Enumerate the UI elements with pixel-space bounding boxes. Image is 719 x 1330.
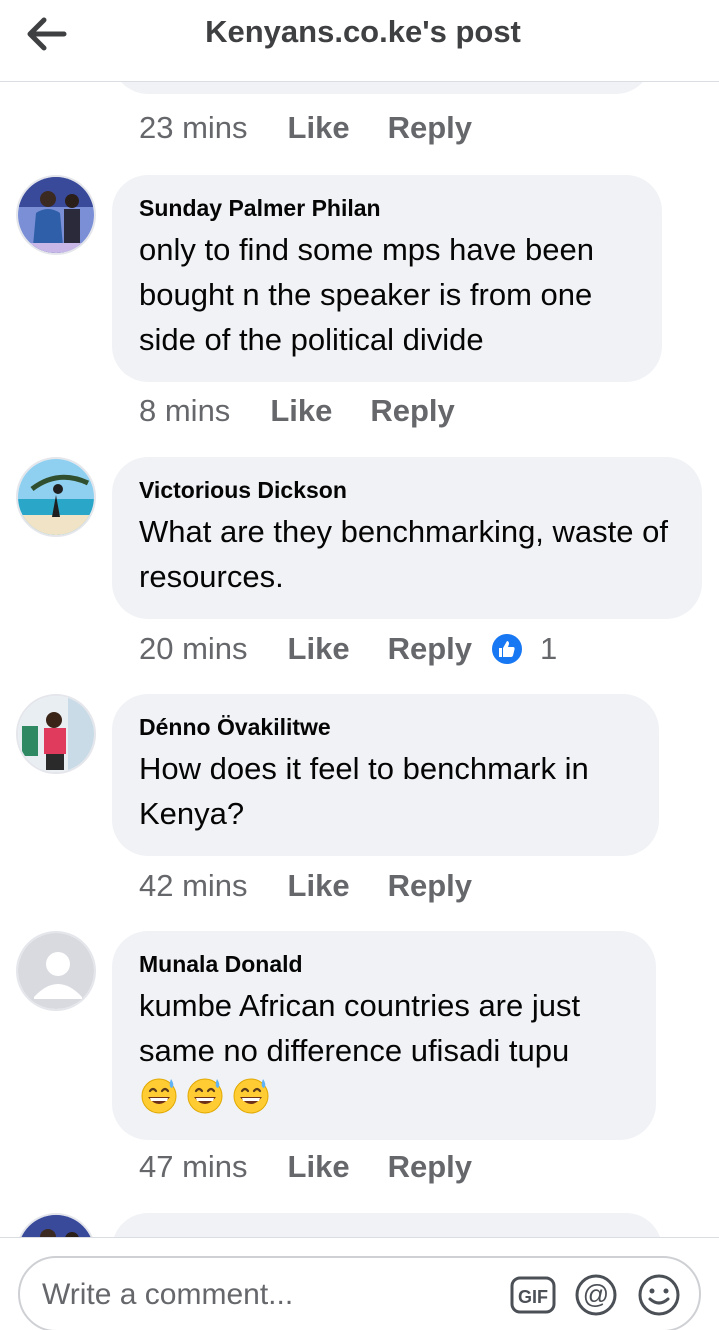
comment-text: What are they benchmarking, waste of res… bbox=[139, 514, 668, 594]
comment-author[interactable]: Sunday Palmer Philan bbox=[139, 193, 635, 223]
thumbs-up-icon bbox=[490, 632, 524, 666]
smiley-icon[interactable] bbox=[636, 1272, 682, 1318]
avatar[interactable] bbox=[16, 175, 96, 255]
reply-button[interactable]: Reply bbox=[388, 110, 472, 146]
top-bar: Kenyans.co.ke's post bbox=[0, 0, 719, 82]
grinning-sweat-emoji bbox=[139, 1075, 179, 1120]
like-button[interactable]: Like bbox=[270, 393, 332, 429]
emoji-row bbox=[139, 1075, 629, 1120]
grinning-sweat-emoji bbox=[185, 1075, 225, 1120]
reply-button[interactable]: Reply bbox=[388, 631, 472, 667]
svg-text:GIF: GIF bbox=[518, 1287, 548, 1307]
comment-bubble[interactable]: Munala Donald kumbe African countries ar… bbox=[112, 931, 656, 1140]
gif-icon[interactable]: GIF bbox=[510, 1272, 556, 1318]
comment-time: 47 mins bbox=[139, 1149, 248, 1184]
comment-bubble[interactable]: Victorious Dickson What are they benchma… bbox=[112, 457, 702, 619]
avatar[interactable] bbox=[16, 694, 96, 774]
reaction-summary[interactable]: 1 bbox=[490, 631, 557, 667]
previous-comment-bubble bbox=[112, 82, 652, 94]
comments-feed[interactable]: 23 mins Like Reply Sunday Palmer Philan … bbox=[0, 82, 719, 1237]
avatar[interactable] bbox=[16, 457, 96, 537]
comment-actions: 20 mins Like Reply 1 bbox=[139, 629, 557, 669]
comment-input[interactable]: Write a comment... GIF @ bbox=[18, 1256, 701, 1330]
comment-time: 23 mins bbox=[139, 110, 248, 145]
avatar[interactable] bbox=[16, 931, 96, 1011]
comment-text: How does it feel to benchmark in Kenya? bbox=[139, 751, 589, 831]
like-button[interactable]: Like bbox=[288, 110, 350, 146]
at-mention-icon[interactable]: @ bbox=[573, 1272, 619, 1318]
comment-input-placeholder: Write a comment... bbox=[42, 1278, 294, 1311]
grinning-sweat-emoji bbox=[231, 1075, 271, 1120]
comment-time: 42 mins bbox=[139, 868, 248, 903]
comment-author[interactable]: Victorious Dickson bbox=[139, 475, 675, 505]
comment-actions: 47 mins Like Reply bbox=[139, 1147, 510, 1187]
comment-composer-bar: Write a comment... GIF @ bbox=[0, 1237, 719, 1330]
like-button[interactable]: Like bbox=[288, 868, 350, 904]
svg-text:@: @ bbox=[583, 1279, 609, 1309]
comment-text: kumbe African countries are just same no… bbox=[139, 988, 581, 1068]
comment-author[interactable]: Munala Donald bbox=[139, 949, 629, 979]
reply-button[interactable]: Reply bbox=[388, 868, 472, 904]
reaction-count: 1 bbox=[540, 631, 558, 666]
comment-actions: 8 mins Like Reply bbox=[139, 391, 493, 431]
comment-author[interactable]: Dénno Övakilitwe bbox=[139, 712, 632, 742]
comment-time: 8 mins bbox=[139, 393, 231, 428]
comment-text: only to find some mps have been bought n… bbox=[139, 232, 594, 357]
comment-actions: 42 mins Like Reply bbox=[139, 866, 510, 906]
page-title: Kenyans.co.ke's post bbox=[205, 14, 521, 49]
comment-time: 20 mins bbox=[139, 631, 248, 666]
like-button[interactable]: Like bbox=[288, 631, 350, 667]
previous-comment-actions: 23 mins Like Reply bbox=[139, 108, 510, 148]
reply-button[interactable]: Reply bbox=[370, 393, 454, 429]
avatar[interactable] bbox=[16, 1213, 96, 1237]
comment-bubble[interactable] bbox=[112, 1213, 662, 1237]
comment-bubble[interactable]: Sunday Palmer Philan only to find some m… bbox=[112, 175, 662, 382]
like-button[interactable]: Like bbox=[288, 1149, 350, 1185]
comment-bubble[interactable]: Dénno Övakilitwe How does it feel to ben… bbox=[112, 694, 659, 856]
reply-button[interactable]: Reply bbox=[388, 1149, 472, 1185]
